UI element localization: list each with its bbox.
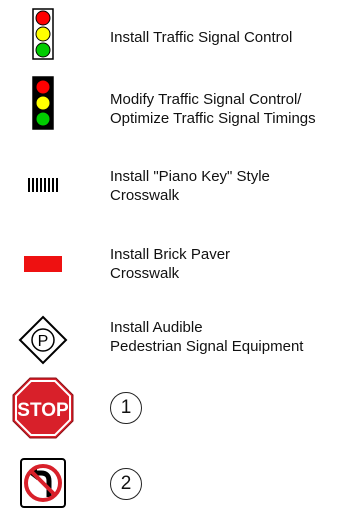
legend-row-stop-sign: STOP 1: [0, 376, 343, 440]
legend-row-brick-paver-crosswalk: Install Brick Paver Crosswalk: [0, 243, 343, 283]
number-marker-1: 1: [110, 392, 142, 424]
stop-sign-text: STOP: [17, 400, 69, 421]
traffic-signal-filled-icon: [0, 75, 86, 131]
number-marker-2: 2: [110, 468, 142, 500]
traffic-signal-outline-icon: [0, 6, 86, 62]
legend-label: Modify Traffic Signal Control/ Optimize …: [110, 91, 316, 127]
legend-label: Install Traffic Signal Control: [110, 29, 293, 46]
legend-row-install-signal: Install Traffic Signal Control: [0, 6, 343, 62]
symbol-legend: Install Traffic Signal Control Modify Tr…: [0, 0, 343, 515]
ped-signal-letter: P: [38, 333, 49, 350]
legend-label: Install Brick Paver Crosswalk: [110, 246, 231, 282]
legend-label: Install Audible Pedestrian Signal Equipm…: [110, 319, 304, 355]
no-left-turn-sign-icon: [0, 455, 86, 511]
piano-key-crosswalk-icon: [0, 165, 86, 205]
legend-row-no-left-turn: 2: [0, 455, 343, 511]
stop-sign-icon: STOP: [0, 376, 86, 440]
legend-row-piano-key-crosswalk: Install "Piano Key" Style Crosswalk: [0, 165, 343, 205]
audible-pedestrian-signal-icon: P: [0, 312, 86, 368]
legend-row-modify-signal: Modify Traffic Signal Control/ Optimize …: [0, 75, 343, 131]
brick-paver-crosswalk-icon: [0, 243, 86, 283]
legend-label: Install "Piano Key" Style Crosswalk: [110, 168, 270, 204]
legend-row-audible-ped-signal: P Install Audible Pedestrian Signal Equi…: [0, 312, 343, 368]
